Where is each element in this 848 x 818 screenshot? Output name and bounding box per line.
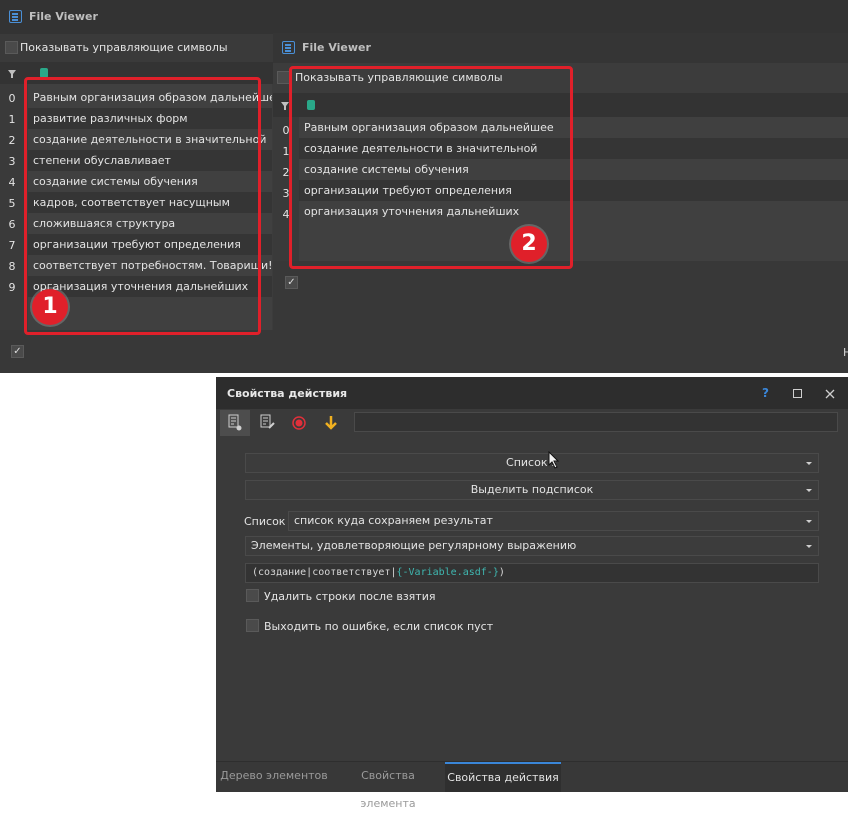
confirm-checkbox[interactable]: ✓	[285, 276, 298, 289]
mode-select-value: Элементы, удовлетворяющие регулярному вы…	[251, 539, 577, 552]
panel-title: Свойства действия	[227, 387, 348, 400]
mode-select[interactable]: Элементы, удовлетворяющие регулярному вы…	[245, 536, 819, 556]
action-select[interactable]: Выделить подсписок	[245, 480, 819, 500]
row-index: 6	[8, 218, 16, 231]
fv2-footer: ✓	[273, 261, 848, 330]
action-properties-panel: Свойства действия ? Список 1 Выделить по…	[216, 377, 848, 810]
maximize-icon[interactable]	[793, 389, 802, 398]
confirm-checkbox[interactable]: ✓	[11, 345, 24, 358]
toolbar-input[interactable]	[354, 412, 838, 432]
tab-element-properties[interactable]: Свойства элемента	[334, 762, 442, 810]
chevron-down-icon	[806, 489, 812, 492]
delete-rows-checkbox[interactable]	[246, 589, 259, 602]
row-index: 7	[8, 239, 16, 252]
regex-variable: {-Variable.asdf-}	[396, 567, 499, 578]
list-name-select[interactable]: список куда сохраняем результат	[288, 511, 819, 531]
help-button[interactable]: ?	[762, 386, 769, 400]
chevron-down-icon	[806, 462, 812, 465]
row-index: 9	[8, 281, 16, 294]
filter-icon	[8, 70, 16, 78]
list-select[interactable]: Список 1	[245, 453, 819, 473]
row-index: 0	[8, 92, 16, 105]
regex-text-end: )	[498, 567, 505, 578]
window-title: File Viewer	[302, 41, 371, 54]
document-edit-icon[interactable]	[254, 410, 280, 436]
row-index: 8	[8, 260, 16, 273]
fv1-index-column: 0 1 2 3 4 5 6 7 8 9	[0, 84, 24, 330]
close-icon[interactable]	[825, 389, 835, 399]
record-icon[interactable]	[286, 410, 312, 436]
list-icon	[9, 10, 22, 23]
exit-on-error-checkbox[interactable]	[246, 619, 259, 632]
step-badge-1: 1	[32, 289, 68, 325]
tab-action-properties[interactable]: Свойства действия	[445, 762, 561, 792]
panel-toolbar	[216, 409, 848, 437]
file-viewer-2-titlebar[interactable]: File Viewer	[273, 33, 848, 63]
exit-on-error-label: Выходить по ошибке, если список пуст	[264, 620, 494, 633]
row-index: 2	[8, 134, 16, 147]
regex-text: (создание|соответствует|	[252, 567, 397, 578]
list-icon	[282, 41, 295, 54]
list-label: Список	[244, 515, 286, 528]
panel-titlebar[interactable]: Свойства действия ?	[216, 377, 848, 409]
action-select-value: Выделить подсписок	[470, 483, 594, 496]
show-control-chars-checkbox[interactable]	[5, 41, 18, 54]
mouse-cursor-icon	[548, 451, 560, 469]
list-name-value: список куда сохраняем результат	[294, 514, 493, 527]
show-control-chars-label: Показывать управляющие символы	[20, 41, 228, 54]
bottom-tabs: Дерево элементов Свойства элемента Свойс…	[216, 761, 848, 810]
row-index: 1	[8, 113, 16, 126]
document-settings-icon	[228, 414, 242, 431]
window-title: File Viewer	[29, 10, 98, 23]
arrow-down-icon[interactable]	[318, 410, 344, 436]
file-viewer-1-titlebar[interactable]: File Viewer	[0, 0, 848, 34]
tab-element-tree[interactable]: Дерево элементов	[220, 762, 328, 790]
chevron-down-icon	[806, 545, 812, 548]
chevron-down-icon	[806, 520, 812, 523]
delete-rows-label: Удалить строки после взятия	[264, 590, 436, 603]
row-index: 4	[8, 176, 16, 189]
fv1-footer: ✓ Н	[0, 330, 848, 373]
filter-button[interactable]	[0, 62, 24, 84]
row-index: 3	[8, 155, 16, 168]
regex-input[interactable]: (создание|соответствует|{-Variable.asdf-…	[245, 563, 819, 583]
truncated-text: Н	[843, 346, 848, 359]
step-badge-2: 2	[511, 226, 547, 262]
tool-button-props[interactable]	[220, 410, 250, 436]
row-index: 5	[8, 197, 16, 210]
